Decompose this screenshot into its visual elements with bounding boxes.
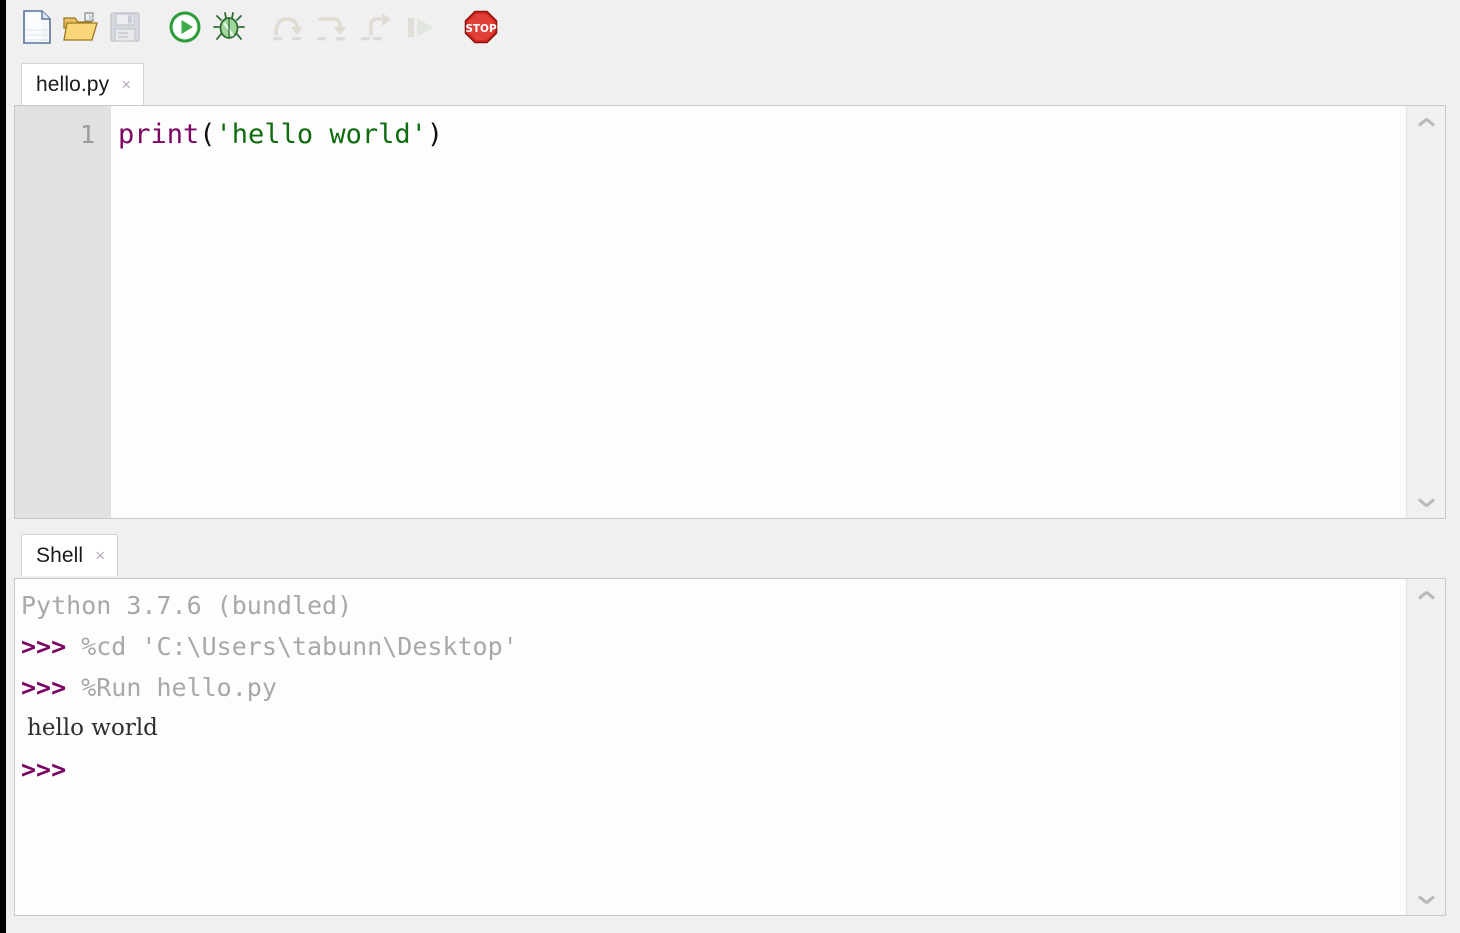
step-out-button[interactable] xyxy=(358,11,396,49)
window-left-edge xyxy=(0,0,6,933)
shell-banner-text: Python 3.7.6 (bundled) xyxy=(21,591,353,620)
editor-vertical-scrollbar[interactable] xyxy=(1406,106,1445,518)
close-icon[interactable]: × xyxy=(95,547,105,564)
step-out-icon xyxy=(360,12,394,47)
shell-text-frame: Python 3.7.6 (bundled) >>> %cd 'C:\Users… xyxy=(14,578,1446,916)
shell-console[interactable]: Python 3.7.6 (bundled) >>> %cd 'C:\Users… xyxy=(15,579,1406,915)
open-file-button[interactable] xyxy=(62,11,100,49)
shell-command-line: >>> %cd 'C:\Users\tabunn\Desktop' xyxy=(21,626,1406,667)
close-icon[interactable]: × xyxy=(121,76,131,93)
open-file-icon xyxy=(63,11,99,48)
save-file-button[interactable] xyxy=(106,11,144,49)
code-token-open-paren: ( xyxy=(199,119,216,150)
tab-shell[interactable]: Shell × xyxy=(21,534,119,576)
scroll-down-icon[interactable] xyxy=(1407,881,1445,911)
editor-panel: hello.py × 1 print('hello world') xyxy=(14,63,1446,519)
scroll-up-icon[interactable] xyxy=(1407,110,1445,140)
stop-button[interactable]: STOP xyxy=(462,10,500,49)
new-file-button[interactable] xyxy=(18,10,56,49)
step-over-icon xyxy=(272,12,306,47)
code-line-1: print('hello world') xyxy=(118,116,1406,154)
shell-tabbar: Shell × xyxy=(14,534,1446,578)
step-into-icon xyxy=(316,12,350,47)
shell-prompt: >>> xyxy=(21,755,67,784)
shell-prompt: >>> xyxy=(21,632,67,661)
line-number: 1 xyxy=(79,120,95,149)
debug-icon xyxy=(212,10,246,49)
resume-button[interactable] xyxy=(402,11,440,49)
debug-button[interactable] xyxy=(210,11,248,49)
editor-tabbar: hello.py × xyxy=(14,63,1446,105)
resume-icon xyxy=(404,12,438,47)
stop-icon: STOP xyxy=(464,10,498,49)
scroll-up-icon[interactable] xyxy=(1407,583,1445,613)
scroll-down-icon[interactable] xyxy=(1407,484,1445,514)
editor-text-frame: 1 print('hello world') xyxy=(14,105,1446,519)
code-token-string: 'hello world' xyxy=(215,119,427,150)
step-over-button[interactable] xyxy=(270,11,308,49)
tab-shell-label: Shell xyxy=(36,543,84,567)
shell-command-text: %cd 'C:\Users\tabunn\Desktop' xyxy=(66,632,518,661)
save-file-icon xyxy=(110,12,140,47)
shell-output-line: hello world xyxy=(27,715,158,741)
tab-hello-py[interactable]: hello.py × xyxy=(21,63,145,105)
step-into-button[interactable] xyxy=(314,11,352,49)
shell-panel: Shell × Python 3.7.6 (bundled) >>> %cd '… xyxy=(14,534,1446,916)
code-token-function: print xyxy=(118,119,200,150)
run-icon xyxy=(168,10,202,49)
shell-command-text: %Run hello.py xyxy=(66,673,277,702)
new-file-icon xyxy=(22,10,52,49)
shell-banner-line: Python 3.7.6 (bundled) xyxy=(21,585,1406,626)
run-button[interactable] xyxy=(166,11,204,49)
toolbar: STOP xyxy=(6,0,1460,59)
code-token-close-paren: ) xyxy=(426,119,444,150)
shell-prompt: >>> xyxy=(21,673,67,702)
shell-command-line: >>> %Run hello.py xyxy=(21,667,1406,708)
code-editor[interactable]: print('hello world') xyxy=(111,106,1406,518)
shell-vertical-scrollbar[interactable] xyxy=(1406,579,1445,915)
editor-line-number-gutter: 1 xyxy=(15,106,111,518)
svg-text:STOP: STOP xyxy=(465,23,497,35)
shell-active-prompt-line: >>> xyxy=(21,749,1406,790)
tab-hello-py-label: hello.py xyxy=(36,72,110,96)
